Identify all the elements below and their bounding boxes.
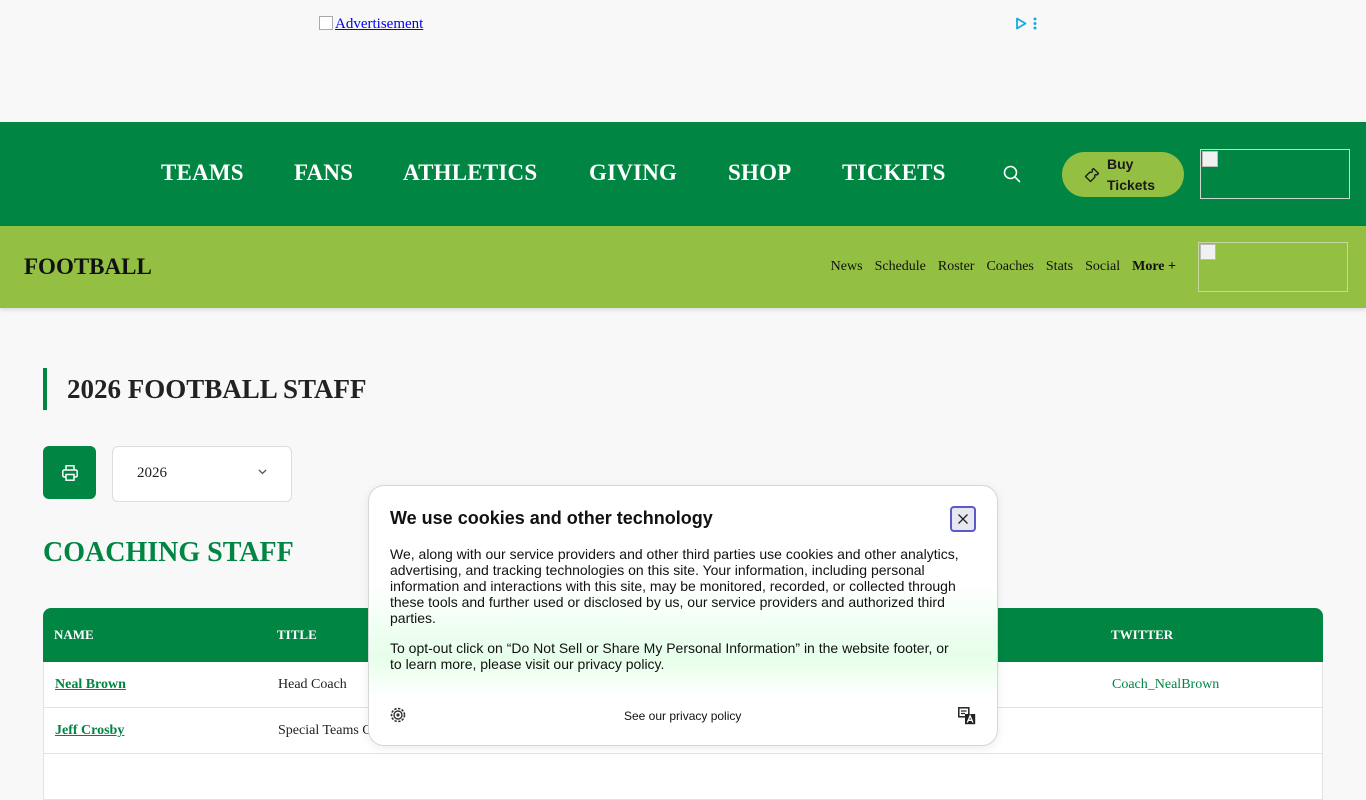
sponsor-image[interactable]: [1200, 149, 1350, 199]
buy-tickets-label: Buy Tickets: [1107, 155, 1155, 193]
staff-title: Special Teams C: [278, 723, 372, 738]
privacy-policy-link[interactable]: See our privacy policy: [624, 709, 741, 723]
staff-name-link[interactable]: Jeff Crosby: [55, 723, 124, 739]
print-button[interactable]: [43, 446, 96, 499]
nav-tickets[interactable]: TICKETS: [842, 160, 946, 186]
nav-teams[interactable]: TEAMS: [161, 160, 244, 186]
cookie-title: We use cookies and other technology: [390, 508, 713, 528]
close-icon: [958, 514, 968, 524]
adchoices-play-icon[interactable]: [1015, 17, 1027, 30]
ad-choices[interactable]: [1015, 17, 1037, 30]
nav-fans[interactable]: FANS: [294, 160, 353, 186]
broken-image-icon: [1200, 244, 1216, 260]
sport-sub-nav: FOOTBALL News Schedule Roster Coaches St…: [0, 226, 1366, 308]
section-title: COACHING STAFF: [43, 537, 294, 568]
nav-shop[interactable]: SHOP: [728, 160, 791, 186]
column-header-twitter[interactable]: TWITTER: [1111, 627, 1173, 643]
staff-title: Head Coach: [278, 677, 347, 692]
printer-icon: [61, 464, 78, 481]
ticket-icon: [1084, 167, 1100, 182]
advertisement-label: Advertisement: [335, 16, 424, 32]
cookie-consent-dialog: We use cookies and other technology We, …: [368, 485, 998, 746]
sport-link-schedule[interactable]: Schedule: [875, 259, 926, 275]
broken-image-icon: [319, 16, 333, 30]
staff-name-link[interactable]: Neal Brown: [55, 677, 126, 693]
season-select-value: 2026: [137, 465, 167, 481]
gear-icon[interactable]: [390, 707, 406, 723]
sport-link-roster[interactable]: Roster: [938, 259, 975, 275]
sport-link-stats[interactable]: Stats: [1046, 259, 1073, 275]
sport-title[interactable]: FOOTBALL: [24, 254, 152, 280]
sport-link-news[interactable]: News: [831, 259, 863, 275]
buy-tickets-button[interactable]: Buy Tickets: [1062, 152, 1184, 197]
sport-sponsor-image[interactable]: [1198, 242, 1348, 292]
language-translate-icon[interactable]: [958, 707, 976, 725]
search-icon[interactable]: [1003, 165, 1021, 183]
chevron-down-icon: [258, 469, 267, 475]
staff-twitter-link[interactable]: Coach_NealBrown: [1112, 677, 1219, 693]
sport-link-coaches[interactable]: Coaches: [986, 259, 1033, 275]
close-button[interactable]: [950, 506, 976, 532]
advertisement-link[interactable]: Advertisement: [319, 16, 423, 33]
column-header-name[interactable]: NAME: [54, 627, 94, 643]
ad-menu-dots-icon[interactable]: [1033, 17, 1037, 30]
season-select[interactable]: 2026: [112, 446, 292, 502]
main-nav: TEAMS FANS ATHLETICS GIVING SHOP TICKETS…: [0, 122, 1366, 226]
cookie-optout-text: To opt-out click on “Do Not Sell or Shar…: [390, 640, 949, 672]
sport-link-social[interactable]: Social: [1085, 259, 1120, 275]
nav-athletics[interactable]: ATHLETICS: [403, 160, 537, 186]
column-header-title[interactable]: TITLE: [277, 627, 317, 643]
sport-links: News Schedule Roster Coaches Stats Socia…: [831, 259, 1176, 275]
cookie-body-text: We, along with our service providers and…: [390, 546, 959, 626]
nav-giving[interactable]: GIVING: [589, 160, 677, 186]
page-title: 2026 FOOTBALL STAFF: [43, 368, 367, 410]
sport-link-more[interactable]: More +: [1132, 259, 1176, 275]
ad-banner: Advertisement: [0, 0, 1366, 122]
table-row: [43, 754, 1323, 800]
broken-image-icon: [1202, 151, 1218, 167]
